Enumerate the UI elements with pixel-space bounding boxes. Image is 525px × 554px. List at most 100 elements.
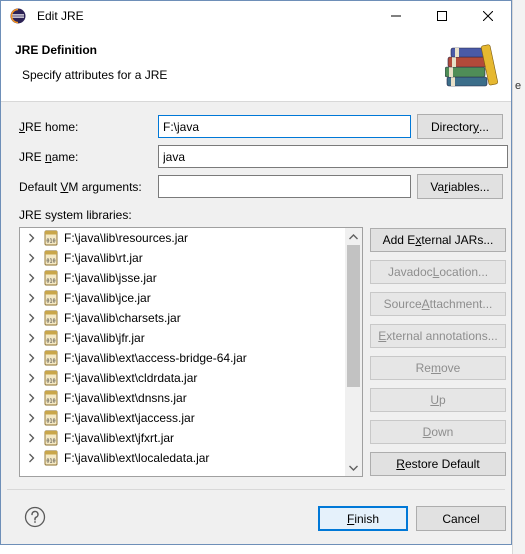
- library-items: 010 F:\java\lib\resources.jar 010 F:\java\l…: [20, 228, 346, 468]
- source-attachment-button[interactable]: Source Attachment...: [370, 292, 506, 316]
- jar-file-icon: 010: [42, 230, 60, 246]
- svg-text:010: 010: [46, 259, 55, 265]
- expand-chevron-icon[interactable]: [20, 273, 42, 283]
- library-row[interactable]: 010 F:\java\lib\ext\access-bridge-64.jar: [20, 348, 346, 368]
- vertical-scrollbar[interactable]: [345, 228, 362, 476]
- background-window: e: [512, 0, 525, 554]
- eclipse-app-icon: [10, 8, 26, 24]
- library-path: F:\java\lib\jsse.jar: [64, 271, 157, 285]
- jar-file-icon: 010: [42, 330, 60, 346]
- restore-default-button[interactable]: Restore Default: [370, 452, 506, 476]
- expand-chevron-icon[interactable]: [20, 333, 42, 343]
- external-annotations-button[interactable]: External annotations...: [370, 324, 506, 348]
- banner-subtitle: Specify attributes for a JRE: [22, 68, 168, 82]
- library-row[interactable]: 010 F:\java\lib\resources.jar: [20, 228, 346, 248]
- background-text: e: [515, 80, 522, 92]
- library-row[interactable]: 010 F:\java\lib\jfr.jar: [20, 328, 346, 348]
- remove-button[interactable]: Re m ove: [370, 356, 506, 380]
- expand-chevron-icon[interactable]: [20, 413, 42, 423]
- library-row[interactable]: 010 F:\java\lib\ext\dnsns.jar: [20, 388, 346, 408]
- expand-chevron-icon[interactable]: [20, 433, 42, 443]
- directory-button[interactable]: Director y...: [417, 114, 503, 139]
- library-path: F:\java\lib\ext\jfxrt.jar: [64, 431, 175, 445]
- jar-file-icon: 010: [42, 250, 60, 266]
- jar-file-icon: 010: [42, 370, 60, 386]
- svg-text:010: 010: [46, 399, 55, 405]
- title-bar[interactable]: Edit JRE: [1, 1, 511, 31]
- finish-button[interactable]: Finish: [318, 506, 408, 531]
- library-row[interactable]: 010 F:\java\lib\rt.jar: [20, 248, 346, 268]
- javadoc-location-button[interactable]: Javadoc Location...: [370, 260, 506, 284]
- library-path: F:\java\lib\ext\access-bridge-64.jar: [64, 351, 247, 365]
- svg-text:010: 010: [46, 379, 55, 385]
- minimize-button[interactable]: [373, 1, 419, 31]
- svg-text:010: 010: [46, 299, 55, 305]
- expand-chevron-icon[interactable]: [20, 453, 42, 463]
- variables-button[interactable]: Va r iables...: [417, 174, 503, 199]
- library-row[interactable]: 010 F:\java\lib\ext\jfxrt.jar: [20, 428, 346, 448]
- expand-chevron-icon[interactable]: [20, 233, 42, 243]
- help-icon[interactable]: [24, 506, 46, 528]
- svg-text:010: 010: [46, 339, 55, 345]
- library-path: F:\java\lib\ext\localedata.jar: [64, 451, 210, 465]
- scroll-down-arrow[interactable]: [345, 459, 362, 476]
- library-books-icon: [444, 39, 501, 92]
- library-path: F:\java\lib\rt.jar: [64, 251, 143, 265]
- library-row[interactable]: 010 F:\java\lib\jsse.jar: [20, 268, 346, 288]
- library-row[interactable]: 010 F:\java\lib\charsets.jar: [20, 308, 346, 328]
- jre-home-label: JRE home:: [19, 120, 79, 134]
- svg-text:010: 010: [46, 459, 55, 465]
- library-row[interactable]: 010 F:\java\lib\ext\cldrdata.jar: [20, 368, 346, 388]
- jar-file-icon: 010: [42, 450, 60, 466]
- library-row[interactable]: 010 F:\java\lib\jce.jar: [20, 288, 346, 308]
- jar-file-icon: 010: [42, 290, 60, 306]
- vm-arguments-input[interactable]: [158, 175, 411, 198]
- library-path: F:\java\lib\ext\cldrdata.jar: [64, 371, 198, 385]
- library-row[interactable]: 010 F:\java\lib\ext\jaccess.jar: [20, 408, 346, 428]
- jre-home-input[interactable]: [158, 115, 411, 138]
- close-icon: [483, 11, 493, 21]
- edit-jre-dialog: Edit JRE JRE Definition Specify attribut…: [0, 0, 512, 545]
- up-button[interactable]: Up: [370, 388, 506, 412]
- expand-chevron-icon[interactable]: [20, 293, 42, 303]
- library-path: F:\java\lib\resources.jar: [64, 231, 189, 245]
- svg-text:010: 010: [46, 239, 55, 245]
- expand-chevron-icon[interactable]: [20, 253, 42, 263]
- footer-divider: [7, 489, 505, 490]
- library-path: F:\java\lib\jce.jar: [64, 291, 151, 305]
- close-button[interactable]: [465, 1, 511, 31]
- jre-name-label: JRE name:: [19, 150, 79, 164]
- vm-arguments-label: Default VM arguments:: [19, 180, 142, 194]
- library-path: F:\java\lib\charsets.jar: [64, 311, 181, 325]
- jre-name-input[interactable]: [158, 145, 508, 168]
- svg-text:010: 010: [46, 319, 55, 325]
- cancel-button[interactable]: Cancel: [416, 506, 506, 531]
- window-title: Edit JRE: [37, 9, 84, 23]
- jar-file-icon: 010: [42, 350, 60, 366]
- banner-heading: JRE Definition: [15, 43, 98, 57]
- svg-text:010: 010: [46, 439, 55, 445]
- svg-text:010: 010: [46, 419, 55, 425]
- system-libraries-list[interactable]: 010 F:\java\lib\resources.jar 010 F:\java\l…: [19, 227, 363, 477]
- expand-chevron-icon[interactable]: [20, 313, 42, 323]
- down-button[interactable]: Down: [370, 420, 506, 444]
- jar-file-icon: 010: [42, 410, 60, 426]
- svg-text:010: 010: [46, 359, 55, 365]
- expand-chevron-icon[interactable]: [20, 393, 42, 403]
- jar-file-icon: 010: [42, 390, 60, 406]
- svg-text:010: 010: [46, 279, 55, 285]
- expand-chevron-icon[interactable]: [20, 373, 42, 383]
- jar-file-icon: 010: [42, 310, 60, 326]
- scroll-up-arrow[interactable]: [345, 228, 362, 245]
- jar-file-icon: 010: [42, 270, 60, 286]
- expand-chevron-icon[interactable]: [20, 353, 42, 363]
- library-path: F:\java\lib\ext\dnsns.jar: [64, 391, 187, 405]
- library-path: F:\java\lib\jfr.jar: [64, 331, 145, 345]
- system-libraries-label: JRE system libraries:: [19, 208, 132, 222]
- jar-file-icon: 010: [42, 430, 60, 446]
- maximize-button[interactable]: [419, 1, 465, 31]
- library-row[interactable]: 010 F:\java\lib\ext\localedata.jar: [20, 448, 346, 468]
- scrollbar-thumb[interactable]: [347, 245, 360, 387]
- dialog-banner: JRE Definition Specify attributes for a …: [1, 31, 511, 102]
- add-external-jars-button[interactable]: Add Ex ternal JARs...: [370, 228, 506, 252]
